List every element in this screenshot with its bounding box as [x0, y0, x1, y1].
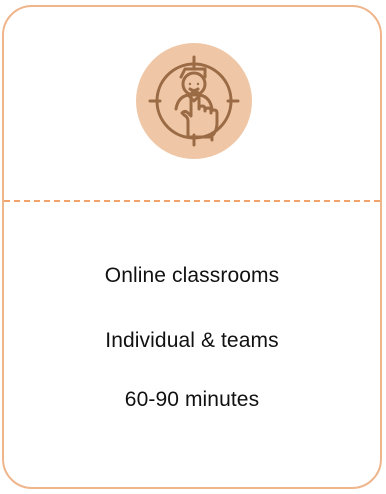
feature-individual-teams: Individual & teams [105, 329, 279, 352]
feature-duration: 60-90 minutes [124, 388, 260, 411]
feature-online-classrooms: Online classrooms [104, 264, 280, 287]
dashed-divider [4, 200, 380, 202]
touch-hand-person-icon [136, 43, 252, 159]
info-card: Online classrooms Individual & teams 60-… [2, 5, 382, 489]
